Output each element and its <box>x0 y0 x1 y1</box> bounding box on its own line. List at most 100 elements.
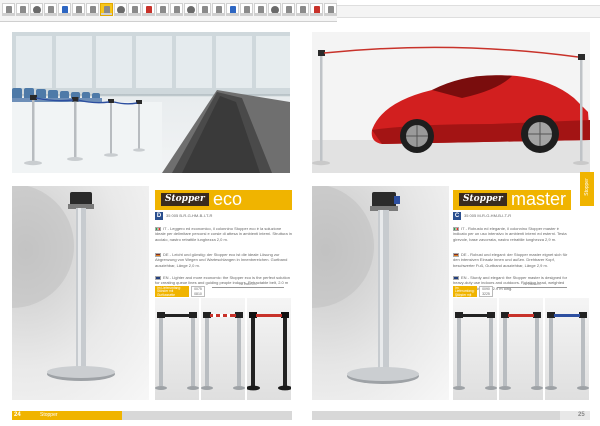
thumbnail-caption-bar <box>17 13 28 15</box>
catalog-thumbnail[interactable] <box>72 3 85 16</box>
thumbnail-caption-bar <box>115 13 126 15</box>
footer-accent-left <box>12 411 122 420</box>
stanchion-pair-icon <box>499 312 543 390</box>
product-header-eco: Stopper eco <box>155 190 292 210</box>
catalog-thumbnail[interactable] <box>44 3 57 16</box>
variant-red-belt[interactable] <box>499 298 543 400</box>
variant-black-belt[interactable] <box>453 298 497 400</box>
stopper-eco-stanchion <box>12 186 115 381</box>
catalog-thumbnail[interactable] <box>16 3 29 16</box>
catalog-thumbnail[interactable] <box>198 3 211 16</box>
code-badge: D <box>155 212 163 220</box>
product-header-master: Stopper master <box>453 190 571 210</box>
thumbnail-strip <box>0 0 337 22</box>
info-value-master: 0090 3225 <box>479 286 493 297</box>
germany-flag-icon <box>155 252 161 257</box>
catalog-thumbnail[interactable] <box>240 3 253 16</box>
product-code-master: C 35 005 M-R-G-HM-B-I-T-R <box>453 212 571 220</box>
scope-of-delivery-eco: Im Lieferumfang: Ständer mit Gurtkassett… <box>155 286 189 297</box>
code-text: 35 005 M-R-G-HM-B-I-T-R <box>464 213 512 218</box>
thumbnail-caption-bar <box>45 13 56 15</box>
dimension-label-master: ca. 2900 mm <box>497 282 567 288</box>
footer-bar-left <box>122 411 292 420</box>
car-scene <box>312 32 590 173</box>
catalog-thumbnail[interactable] <box>86 3 99 16</box>
product-name: eco <box>213 190 243 209</box>
catalog-thumbnail[interactable] <box>184 3 197 16</box>
catalog-thumbnail[interactable] <box>296 3 309 16</box>
description-de: DE - Leicht und günstig: der Stopper eco… <box>155 252 288 268</box>
thumbnail-caption-bar <box>269 13 280 15</box>
variant-blue-belt[interactable] <box>545 298 589 400</box>
thumbnail-caption-bar <box>31 13 42 15</box>
description-de: DE - Robust und elegant: der Stopper mas… <box>453 252 568 268</box>
uk-flag-icon <box>453 275 459 280</box>
footer-bar-right <box>312 411 560 420</box>
catalog-thumbnail[interactable] <box>310 3 323 16</box>
thumbnail-caption-bar <box>241 13 252 15</box>
stanchion-pair-icon <box>247 312 291 391</box>
brand-logo: Stopper <box>161 193 209 206</box>
product-name: master <box>511 190 567 209</box>
description-it: IT - Leggero ed economico, il colonnino … <box>155 226 292 242</box>
code-badge: C <box>453 212 461 220</box>
italy-flag-icon <box>453 226 459 231</box>
thumbnail-caption-bar <box>129 13 140 15</box>
catalog-thumbnail[interactable] <box>324 3 337 16</box>
catalog-thumbnail[interactable] <box>282 3 295 16</box>
thumbnail-caption-bar <box>213 13 224 15</box>
catalog-thumbnail[interactable] <box>114 3 127 16</box>
side-tab-label: Stopper <box>584 178 590 196</box>
thumbnail-caption-bar <box>87 13 98 15</box>
stanchion-pair-icon <box>201 312 245 390</box>
scope-of-delivery-master: Im Lieferumfang: Ständer mit Gurtkassett… <box>453 286 477 300</box>
thumbnail-caption-bar <box>199 13 210 15</box>
variant-red-belt[interactable] <box>201 298 245 400</box>
dimension-label-eco: ca. 2900 mm <box>212 282 284 288</box>
thumbnail-caption-bar <box>227 13 238 15</box>
stanchion-pair-icon <box>545 312 589 390</box>
thumbnail-caption-bar <box>101 13 112 15</box>
info-value-eco: 0075 0810 <box>191 286 205 297</box>
catalog-thumbnail[interactable] <box>268 3 281 16</box>
germany-flag-icon <box>453 252 459 257</box>
catalog-thumbnail[interactable] <box>2 3 15 16</box>
stopper-master-photo <box>312 186 449 400</box>
catalog-thumbnail[interactable] <box>142 3 155 16</box>
page-number-right: 25 <box>578 412 585 418</box>
stopper-eco-photo <box>12 186 149 400</box>
stanchion-pair-icon <box>453 312 497 390</box>
thumbnail-strip-extension <box>337 5 600 18</box>
catalog-thumbnail[interactable] <box>226 3 239 16</box>
thumbnail-caption-bar <box>73 13 84 15</box>
catalog-thumbnail[interactable] <box>58 3 71 16</box>
thumbnail-caption-bar <box>185 13 196 15</box>
catalog-thumbnail[interactable] <box>170 3 183 16</box>
footer-accent-right <box>560 411 590 420</box>
code-text: 35 005 B-R-G-HM-B-I-T-R <box>166 213 213 218</box>
catalog-thumbnail[interactable] <box>100 3 113 16</box>
page-number-left: 24 <box>14 412 21 418</box>
catalog-thumbnail[interactable] <box>128 3 141 16</box>
thumbnail-caption-bar <box>297 13 308 15</box>
stopper-master-stanchion <box>312 186 419 384</box>
catalog-thumbnail[interactable] <box>30 3 43 16</box>
thumbnail-caption-bar <box>171 13 182 15</box>
brand-logo: Stopper <box>459 193 507 206</box>
product-code-eco: D 35 005 B-R-G-HM-B-I-T-R <box>155 212 292 220</box>
variant-black-post[interactable] <box>247 298 291 400</box>
sports-car-photo <box>312 32 590 173</box>
catalog-thumbnail[interactable] <box>156 3 169 16</box>
side-section-tab[interactable]: Stopper <box>580 172 594 206</box>
airport-photo <box>12 32 290 173</box>
thumbnail-caption-bar <box>59 13 70 15</box>
thumbnail-caption-bar <box>283 13 294 15</box>
thumbnail-caption-bar <box>311 13 322 15</box>
variant-black-belt[interactable] <box>155 298 199 400</box>
thumbnail-caption-bar <box>255 13 266 15</box>
catalog-thumbnail[interactable] <box>212 3 225 16</box>
thumbnail-caption-bar <box>143 13 154 15</box>
description-it: IT - Robusto ed elegante, il colonnino S… <box>453 226 567 242</box>
catalog-thumbnail[interactable] <box>254 3 267 16</box>
thumbnail-caption-bar <box>157 13 168 15</box>
